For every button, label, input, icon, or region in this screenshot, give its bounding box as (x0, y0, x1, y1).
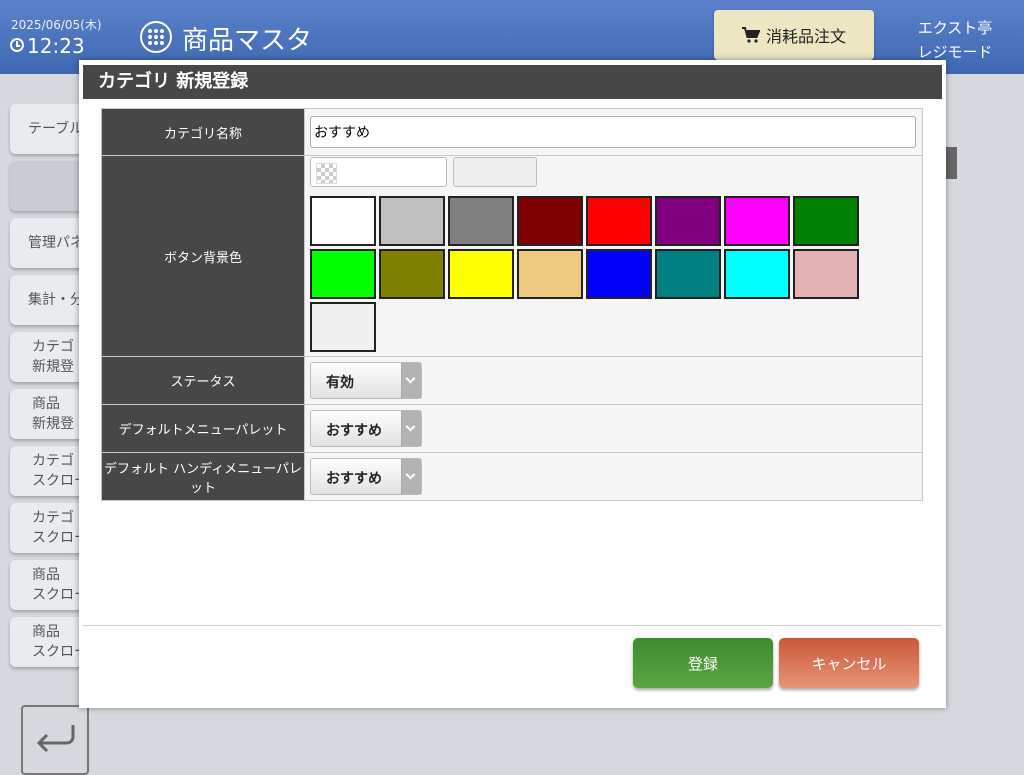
color-swatch[interactable] (586, 196, 652, 246)
sidebar-item-label: カテゴ (32, 453, 74, 469)
color-swatch[interactable] (655, 249, 721, 299)
order-supplies-button[interactable]: 消耗品注文 (714, 10, 874, 60)
default-palette-select-value: おすすめ (326, 423, 382, 439)
default-handy-palette-select-value: おすすめ (326, 471, 382, 487)
color-swatch[interactable] (379, 196, 445, 246)
dialog-divider (83, 625, 942, 626)
status-select[interactable]: 有効 (310, 362, 422, 399)
color-swatch[interactable] (517, 249, 583, 299)
sidebar-item-label: 新規登 (32, 416, 74, 432)
header-time: 12:23 (27, 34, 85, 58)
sidebar-item-label: 商品 (32, 567, 60, 583)
chevron-down-icon (401, 363, 421, 398)
page-title: 商品マスタ (182, 26, 313, 56)
category-register-dialog: カテゴリ 新規登録 カテゴリ名称 ボタン背景色 ステータス (79, 60, 946, 708)
sidebar-item-label: 新規登 (32, 359, 74, 375)
scrollbar-handle[interactable] (946, 147, 957, 179)
category-name-label: カテゴリ名称 (101, 108, 305, 156)
sidebar-item-label: 商品 (32, 624, 60, 640)
color-swatch[interactable] (310, 302, 376, 352)
order-supplies-label: 消耗品注文 (765, 27, 846, 46)
app-menu-icon[interactable] (140, 21, 172, 53)
color-swatch[interactable] (310, 249, 376, 299)
color-swatch-grid (310, 196, 890, 352)
color-swatch[interactable] (379, 249, 445, 299)
store-info: エクスト亭 レジモード (900, 16, 1010, 64)
register-button[interactable]: 登録 (633, 638, 773, 688)
sidebar-item-label: 集計・分 (28, 292, 84, 308)
color-swatch[interactable] (724, 196, 790, 246)
transparent-color-icon (316, 163, 337, 184)
color-swatch[interactable] (793, 249, 859, 299)
color-swatch[interactable] (448, 196, 514, 246)
color-swatch[interactable] (517, 196, 583, 246)
default-palette-label: デフォルトメニューパレット (101, 404, 305, 453)
color-swatch[interactable] (793, 196, 859, 246)
sidebar-item-label: 管理パネ (28, 235, 84, 251)
status-select-value: 有効 (326, 375, 354, 391)
clock-icon (10, 38, 24, 52)
sidebar-item-label: 商品 (32, 396, 60, 412)
chevron-down-icon (401, 411, 421, 446)
color-swatch[interactable] (448, 249, 514, 299)
return-arrow-icon (36, 725, 75, 753)
color-swatch[interactable] (655, 196, 721, 246)
color-swatch[interactable] (724, 249, 790, 299)
dialog-title: カテゴリ 新規登録 (83, 65, 942, 99)
chevron-down-icon (401, 459, 421, 494)
button-color-label: ボタン背景色 (101, 155, 305, 357)
store-name: エクスト亭 (917, 19, 993, 37)
sidebar-item-label: カテゴ (32, 510, 74, 526)
header-date: 2025/06/05(木) (11, 18, 102, 32)
default-handy-palette-select[interactable]: おすすめ (310, 458, 422, 495)
status-label: ステータス (101, 356, 305, 405)
sidebar-item-label: テーブル (28, 121, 84, 137)
color-code-input[interactable] (310, 157, 447, 187)
category-form: カテゴリ名称 ボタン背景色 ステータス 有効 (101, 108, 923, 501)
color-swatch[interactable] (310, 196, 376, 246)
sidebar-item-label: カテゴ (32, 339, 74, 355)
cart-icon (741, 27, 760, 43)
default-handy-palette-label: デフォルト ハンディメニューパレット (101, 452, 305, 501)
cancel-button[interactable]: キャンセル (779, 638, 919, 688)
category-name-input[interactable] (310, 116, 916, 148)
color-preview (453, 157, 537, 187)
default-palette-select[interactable]: おすすめ (310, 410, 422, 447)
color-swatch[interactable] (586, 249, 652, 299)
back-button[interactable] (21, 705, 89, 775)
